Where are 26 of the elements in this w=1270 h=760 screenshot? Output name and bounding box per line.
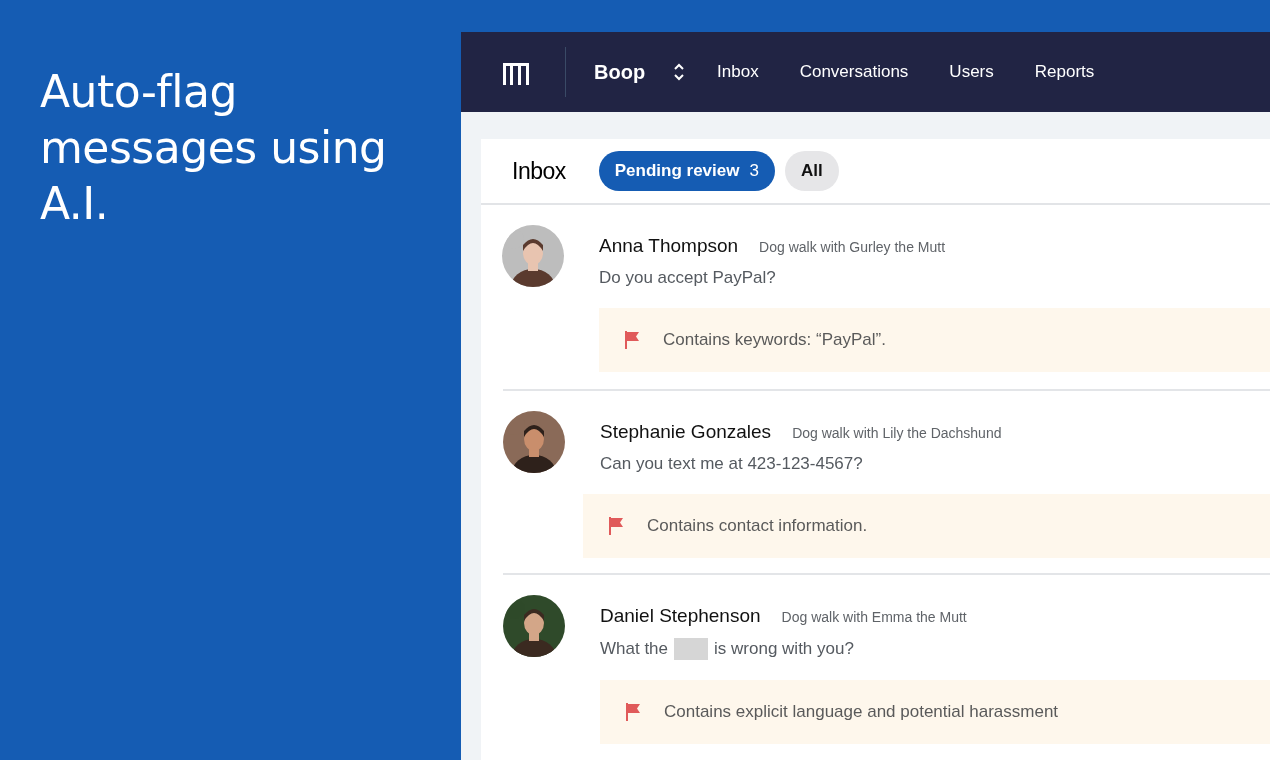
conversation-context: Dog walk with Lily the Dachshund: [792, 425, 1002, 441]
message-text: is wrong with you?: [714, 639, 854, 659]
flag-reason: Contains contact information.: [647, 516, 868, 536]
nav-link[interactable]: Reports: [1034, 62, 1095, 82]
inbox-title: Inbox: [512, 157, 566, 185]
flag-icon: [623, 331, 641, 349]
filter-tab[interactable]: All: [784, 151, 839, 191]
conversation-context: Dog walk with Gurley the Mutt: [759, 239, 946, 255]
nav-link[interactable]: Conversations: [799, 62, 909, 82]
headline: Auto-flag messages using A.I.: [40, 65, 388, 231]
flag-icon: [624, 703, 642, 721]
message-text: What the: [600, 639, 669, 659]
nav-link[interactable]: Inbox: [717, 62, 759, 82]
filter-tab[interactable]: Pending review 3: [598, 151, 775, 191]
nav-link[interactable]: Users: [949, 62, 994, 82]
message-text: Do you accept PayPal?: [599, 268, 776, 288]
flag-icon: [607, 517, 625, 535]
sender-name: Anna Thompson: [599, 235, 739, 257]
flag-reason: Contains explicit language and potential harassment: [664, 702, 1059, 722]
sender-name: Daniel Stephenson: [600, 605, 761, 627]
chevron-up-down-icon[interactable]: [673, 62, 686, 82]
conversation-context: Dog walk with Emma the Mutt: [781, 609, 967, 625]
sender-name: Stephanie Gonzales: [600, 421, 772, 443]
flag-reason: Contains keywords: “PayPal”.: [663, 330, 886, 350]
workspace-switcher[interactable]: Boop: [594, 60, 646, 84]
message-text: Can you text me at 423-123-4567?: [600, 454, 863, 474]
